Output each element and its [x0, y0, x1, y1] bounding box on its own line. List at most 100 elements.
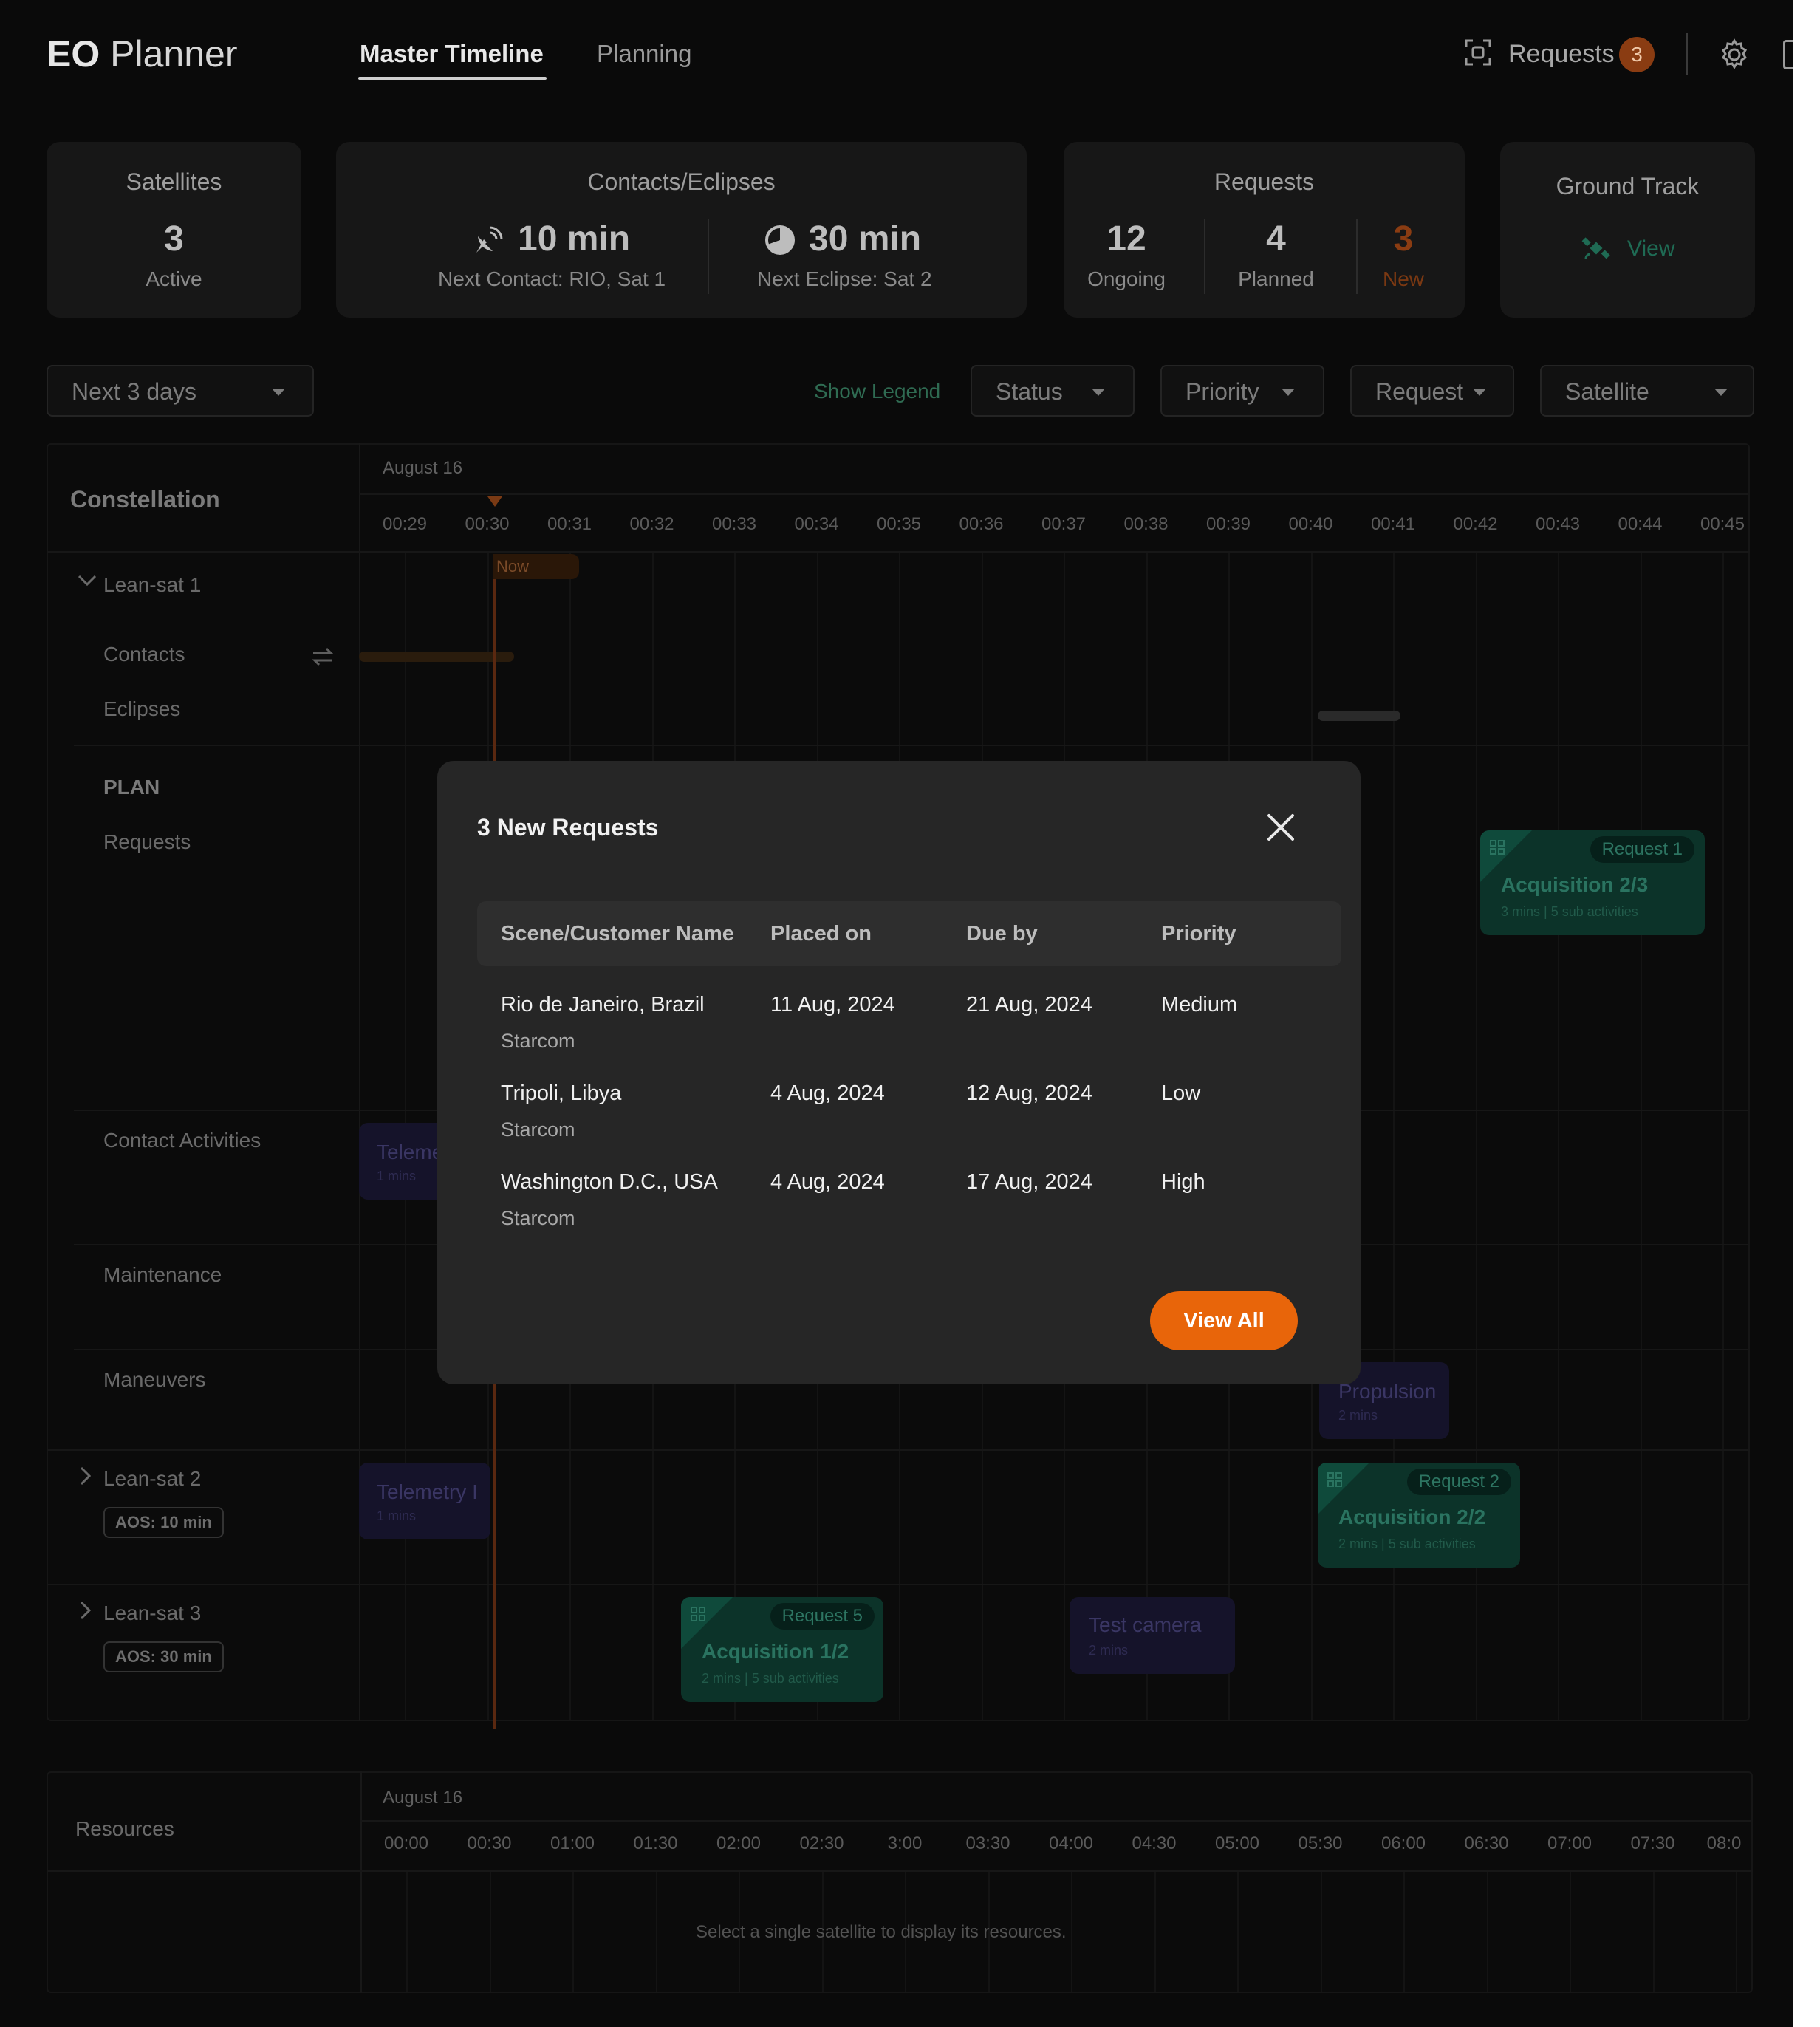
request-1-title: Acquisition 2/3 [1501, 873, 1649, 896]
sync-icon[interactable] [310, 644, 335, 669]
timeline-tick-label: 00:31 [547, 514, 592, 534]
contacts-eclipses-card: Contacts/Eclipses 10 min Next Contact: R… [336, 142, 1027, 318]
resources-grid-line [1154, 1872, 1156, 1992]
row-due-by: 21 Aug, 2024 [966, 993, 1092, 1016]
timeline-tick-label: 00:41 [1370, 514, 1416, 534]
request-2-title: Acquisition 2/2 [1338, 1505, 1486, 1528]
header-divider [1686, 33, 1688, 75]
close-icon[interactable] [1263, 810, 1299, 845]
grid-icon [691, 1607, 705, 1621]
activity-telemetry-b[interactable]: Telemetry I 1 mins [359, 1463, 490, 1539]
table-row[interactable]: Washington D.C., USA Starcom 4 Aug, 2024… [477, 1160, 1341, 1241]
active-tab-indicator [358, 77, 547, 80]
row-divider [47, 1449, 1750, 1451]
ground-track-card: Ground Track View [1500, 142, 1755, 318]
request-filter[interactable]: Request [1350, 365, 1514, 417]
sat2-label[interactable]: Lean-sat 2 [103, 1467, 201, 1491]
request-2-pill: Request 2 [1406, 1469, 1511, 1495]
next-contact-value: 10 min [518, 219, 631, 259]
chevron-right-icon[interactable] [78, 1600, 93, 1621]
activity-request-2[interactable]: Request 2 Acquisition 2/2 2 mins | 5 sub… [1318, 1463, 1520, 1568]
tab-planning[interactable]: Planning [597, 40, 691, 68]
resources-tick-label: 07:30 [1630, 1833, 1675, 1853]
timeline-tick-label: 00:37 [1041, 514, 1087, 534]
telemetry-b-sub: 1 mins [377, 1508, 417, 1523]
activity-test-camera[interactable]: Test camera 2 mins [1070, 1597, 1235, 1674]
satellites-count: 3 [164, 219, 184, 259]
timeline-tick-label: 00:30 [465, 514, 510, 534]
time-range-select[interactable]: Next 3 days [47, 365, 314, 417]
resources-tick-label: 04:00 [1048, 1833, 1094, 1853]
timeline-tick-label: 00:29 [382, 514, 428, 534]
sat2-aos-badge: AOS: 10 min [103, 1507, 224, 1538]
contacts-divider [708, 219, 709, 294]
chevron-down-icon [1092, 389, 1105, 396]
timeline-header-divider [47, 551, 1750, 553]
scan-icon[interactable] [1464, 38, 1492, 66]
activity-telemetry-a[interactable]: Teleme 1 mins [359, 1123, 448, 1200]
resources-tick-label: 05:30 [1298, 1833, 1343, 1853]
activity-request-5[interactable]: Request 5 Acquisition 1/2 2 mins | 5 sub… [681, 1597, 883, 1702]
show-legend-link[interactable]: Show Legend [814, 380, 940, 403]
activity-request-1[interactable]: Request 1 Acquisition 2/3 3 mins | 5 sub… [1480, 830, 1705, 935]
view-all-button[interactable]: View All [1150, 1291, 1298, 1350]
contact-window-bar[interactable] [359, 652, 514, 662]
propulsion-sub: 2 mins [1338, 1408, 1378, 1423]
timeline-grid-line [1558, 553, 1559, 1720]
now-tag: Now [493, 554, 579, 579]
test-camera-title: Test camera [1089, 1613, 1202, 1636]
resources-tick-label: 06:30 [1464, 1833, 1509, 1853]
priority-filter-label: Priority [1186, 378, 1259, 405]
telemetry-a-title: Teleme [377, 1141, 444, 1163]
requests-button[interactable]: Requests [1508, 40, 1615, 69]
ongoing-count: 12 [1106, 219, 1146, 259]
satellite-filter[interactable]: Satellite [1540, 365, 1754, 417]
timeline-tick-label: 00:45 [1700, 514, 1745, 534]
row-divider [47, 1584, 1750, 1585]
satellite-filter-label: Satellite [1565, 378, 1649, 405]
resources-grid-line [1320, 1872, 1322, 1992]
resources-panel [47, 1771, 1753, 1993]
row-divider [74, 745, 1748, 746]
resources-grid-line [1652, 1872, 1655, 1992]
chevron-down-icon[interactable] [77, 573, 98, 588]
row-placed-on: 11 Aug, 2024 [770, 993, 895, 1016]
window-edge [1793, 0, 1820, 2027]
resources-tick-label: 00:00 [383, 1833, 429, 1853]
requests-count-badge: 3 [1619, 37, 1655, 72]
table-row[interactable]: Tripoli, Libya Starcom 4 Aug, 2024 12 Au… [477, 1071, 1341, 1152]
timeline-tick-label: 00:35 [876, 514, 922, 534]
sat1-label[interactable]: Lean-sat 1 [103, 573, 201, 597]
new-count: 3 [1393, 219, 1414, 259]
brand-rest: Planner [100, 33, 238, 75]
priority-filter[interactable]: Priority [1160, 365, 1324, 417]
satellites-title: Satellites [126, 168, 222, 195]
ground-track-title: Ground Track [1556, 173, 1700, 199]
chevron-right-icon[interactable] [78, 1466, 93, 1486]
satellites-label: Active [146, 267, 202, 290]
sat3-label[interactable]: Lean-sat 3 [103, 1602, 201, 1625]
gear-icon[interactable] [1718, 38, 1751, 71]
tab-master-timeline[interactable]: Master Timeline [360, 40, 544, 68]
resources-date-divider [360, 1820, 1751, 1822]
grid-icon [1490, 840, 1505, 855]
row-priority: High [1161, 1170, 1205, 1194]
chevron-down-icon [272, 389, 285, 396]
resources-tick-label: 06:00 [1381, 1833, 1426, 1853]
panel-icon[interactable] [1783, 40, 1793, 69]
timeline-tick-label: 00:32 [629, 514, 674, 534]
telemetry-a-sub: 1 mins [377, 1169, 417, 1183]
resources-grid-line [655, 1872, 657, 1992]
new-requests-modal: 3 New Requests Scene/Customer Name Place… [437, 761, 1361, 1384]
next-eclipse-value: 30 min [809, 219, 922, 259]
eclipse-window-bar[interactable] [1318, 711, 1400, 721]
timeline-tick-label: 00:44 [1618, 514, 1663, 534]
ground-track-view-link[interactable]: View [1627, 236, 1674, 262]
request-1-sub: 3 mins | 5 sub activities [1501, 904, 1638, 919]
table-row[interactable]: Rio de Janeiro, Brazil Starcom 11 Aug, 2… [477, 982, 1341, 1064]
sat3-aos-badge: AOS: 30 min [103, 1641, 224, 1672]
timeline-tick-label: 00:40 [1288, 514, 1333, 534]
propulsion-title: Propulsion [1338, 1380, 1437, 1403]
status-filter[interactable]: Status [971, 365, 1135, 417]
resources-date: August 16 [383, 1788, 463, 1808]
